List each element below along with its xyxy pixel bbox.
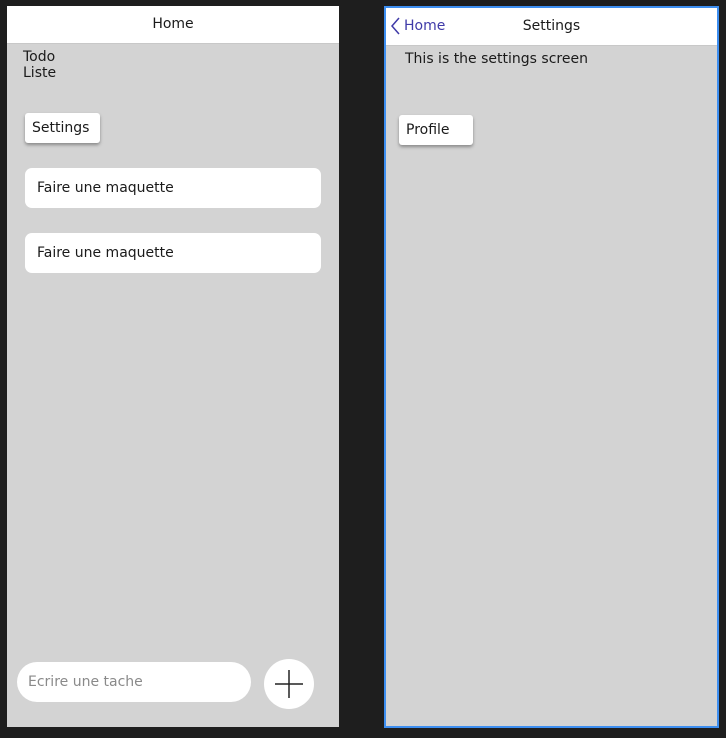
profile-button[interactable]: Profile (399, 115, 473, 145)
home-screen: Home Todo Liste Settings Faire une maque… (7, 6, 339, 727)
todo-title-line1: Todo (23, 49, 56, 65)
chevron-left-icon (391, 17, 400, 34)
plus-icon (275, 670, 303, 698)
task-item[interactable]: Faire une maquette (25, 168, 321, 208)
settings-description: This is the settings screen (405, 51, 588, 67)
settings-screen: Settings Home This is the settings scree… (384, 6, 719, 728)
settings-navbar: Settings Home (386, 8, 717, 46)
settings-button[interactable]: Settings (25, 113, 100, 143)
todo-list-title: Todo Liste (23, 49, 83, 81)
back-button[interactable]: Home (390, 8, 445, 43)
todo-title-line2: Liste (23, 65, 57, 81)
home-nav-title: Home (152, 16, 194, 32)
add-task-button[interactable] (264, 659, 314, 709)
task-input[interactable] (17, 662, 251, 702)
task-item[interactable]: Faire une maquette (25, 233, 321, 273)
back-label: Home (404, 17, 446, 34)
home-navbar: Home (7, 6, 339, 44)
